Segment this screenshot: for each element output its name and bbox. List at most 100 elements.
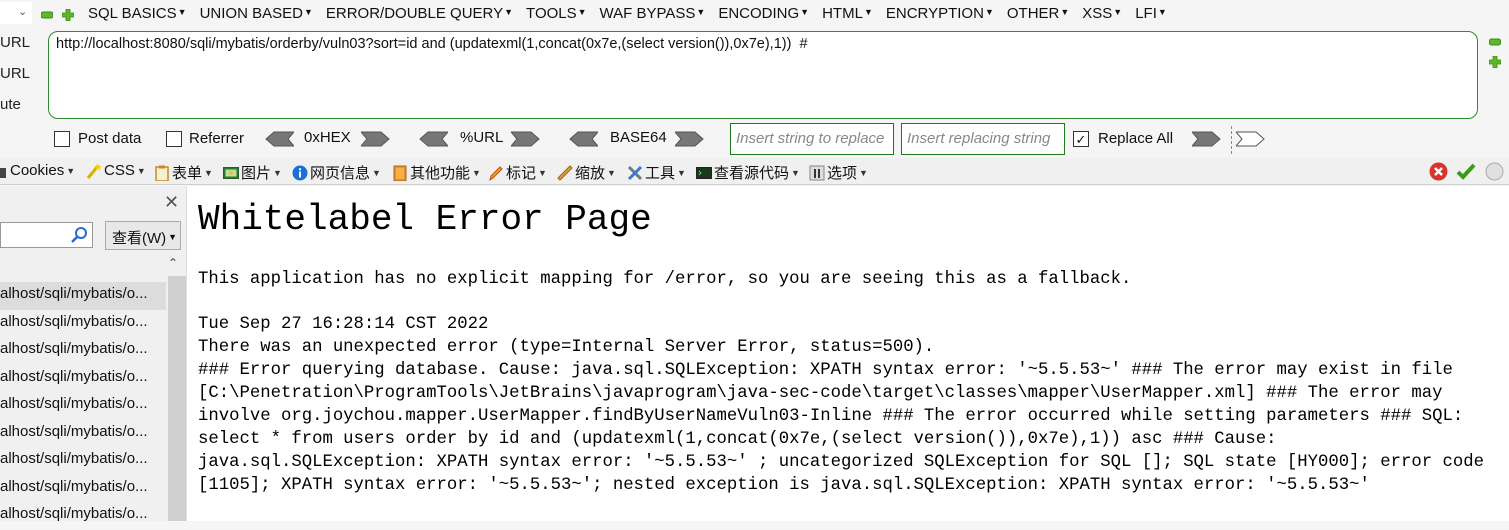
referrer-label: Referrer — [189, 130, 245, 147]
caret-icon: ▼ — [800, 7, 810, 17]
caret-icon: ▼ — [303, 7, 313, 17]
toolbar-outline[interactable]: 标记 ▼ — [488, 162, 547, 183]
page-content: Whitelabel Error Page This application h… — [187, 186, 1509, 521]
hex-encode-arrow-icon[interactable] — [361, 131, 391, 147]
scroll-up-icon[interactable]: ⌃ — [168, 256, 178, 270]
caret-icon: ▼ — [504, 7, 514, 17]
replace-with-input[interactable]: Insert replacing string — [901, 123, 1065, 155]
menu-label: OTHER — [1006, 5, 1060, 22]
base64-decode-arrow-icon[interactable] — [568, 131, 598, 147]
caret-icon: ▼ — [677, 167, 686, 178]
menu-encoding[interactable]: ENCODING▼ — [718, 5, 809, 22]
expand-plus-icon[interactable] — [1489, 56, 1501, 68]
toolbar-images[interactable]: 图片 ▼ — [223, 162, 282, 183]
toolbar-options[interactable]: 选项 ▼ — [809, 162, 868, 183]
minus-icon[interactable] — [41, 9, 53, 21]
history-item[interactable]: alhost/sqli/mybatis/o... — [0, 337, 166, 365]
menu-label: ERROR/DOUBLE QUERY — [325, 5, 504, 22]
post-data-label: Post data — [78, 130, 142, 147]
history-item[interactable]: alhost/sqli/mybatis/o... — [0, 447, 166, 475]
history-item[interactable]: alhost/sqli/mybatis/o... — [0, 475, 166, 503]
close-icon[interactable]: ✕ — [164, 192, 179, 213]
load-url-label[interactable]: URL — [0, 34, 30, 51]
replace-find-input[interactable]: Insert string to replace — [730, 123, 894, 155]
menu-error-double-query[interactable]: ERROR/DOUBLE QUERY▼ — [326, 5, 513, 22]
view-menu-button[interactable]: 查看(W) ▼ — [105, 221, 181, 250]
history-item[interactable]: alhost/sqli/mybatis/o... — [0, 282, 166, 310]
toolbar-cookies[interactable]: Cookies ▼ — [0, 162, 75, 179]
toolbar-view-source[interactable]: 查看源代码 ▼ — [696, 162, 800, 183]
url-textarea[interactable]: http://localhost:8080/sqli/mybatis/order… — [48, 31, 1478, 119]
menu-sql-basics[interactable]: SQL BASICS▼ — [88, 5, 187, 22]
error-block: Tue Sep 27 16:28:14 CST 2022 There was a… — [198, 313, 1498, 497]
replace-find-placeholder: Insert string to replace — [736, 130, 885, 147]
menu-tools[interactable]: TOOLS▼ — [526, 5, 587, 22]
ruler-icon — [557, 164, 573, 181]
separator — [1231, 126, 1232, 154]
toolbar-page-info[interactable]: 网页信息 ▼ — [292, 162, 381, 183]
menu-union-based[interactable]: UNION BASED▼ — [200, 5, 313, 22]
plus-icon[interactable] — [62, 9, 74, 21]
base64-encode-arrow-icon[interactable] — [675, 131, 705, 147]
replace-next-arrow-icon[interactable] — [1236, 131, 1266, 147]
hex-decode-arrow-icon[interactable] — [264, 131, 294, 147]
toolbar-tools[interactable]: 工具 ▼ — [627, 162, 686, 183]
history-item[interactable]: alhost/sqli/mybatis/o... — [0, 420, 166, 448]
scrollbar[interactable] — [168, 276, 186, 521]
toolbar-label: 其他功能 — [410, 165, 471, 182]
caret-icon: ▼ — [204, 167, 213, 178]
toolbar-label: 工具 — [645, 165, 676, 182]
toolbar-label: 标记 — [506, 165, 537, 182]
menu-label: ENCODING — [718, 5, 800, 22]
caret-icon: ▼ — [577, 7, 587, 17]
split-url-label[interactable]: URL — [0, 65, 30, 82]
toolbar-label: 查看源代码 — [714, 165, 790, 182]
ok-check-icon[interactable] — [1456, 163, 1476, 180]
caret-icon: ▼ — [696, 7, 706, 17]
replace-run-arrow-icon[interactable] — [1192, 131, 1222, 147]
caret-icon: ▼ — [177, 7, 187, 17]
css-wand-icon — [86, 162, 102, 179]
caret-icon: ▼ — [984, 7, 994, 17]
menu-other[interactable]: OTHER▼ — [1007, 5, 1069, 22]
image-icon — [223, 166, 239, 179]
history-item[interactable]: alhost/sqli/mybatis/o... — [0, 502, 166, 530]
toolbar-forms[interactable]: 表单 ▼ — [154, 162, 213, 183]
base64-label: BASE64 — [610, 129, 667, 146]
error-icon[interactable] — [1429, 162, 1448, 181]
menu-label: UNION BASED — [199, 5, 303, 22]
history-item[interactable]: alhost/sqli/mybatis/o... — [0, 365, 166, 393]
toolbar-css[interactable]: CSS ▼ — [86, 162, 146, 179]
shrink-minus-icon[interactable] — [1489, 38, 1501, 46]
search-icon[interactable] — [70, 226, 88, 244]
checkmark-icon: ✓ — [1075, 131, 1087, 147]
menu-lfi[interactable]: LFI▼ — [1135, 5, 1167, 22]
intro-text: This application has no explicit mapping… — [198, 270, 1132, 289]
history-list: alhost/sqli/mybatis/o... alhost/sqli/myb… — [0, 282, 166, 530]
menu-label: HTML — [822, 5, 863, 22]
url-decode-arrow-icon[interactable] — [418, 131, 448, 147]
hackbar-menu: SQL BASICS▼ UNION BASED▼ ERROR/DOUBLE QU… — [88, 5, 1180, 22]
post-data-checkbox[interactable] — [54, 131, 70, 147]
page-title: Whitelabel Error Page — [198, 199, 652, 240]
history-search-input[interactable] — [0, 222, 93, 248]
menu-waf-bypass[interactable]: WAF BYPASS▼ — [600, 5, 706, 22]
toolbar-label: CSS — [104, 162, 135, 179]
menu-html[interactable]: HTML▼ — [822, 5, 873, 22]
toolbar-resize[interactable]: 缩放 ▼ — [557, 162, 616, 183]
toolbar-label: 图片 — [241, 165, 272, 182]
url-encode-arrow-icon[interactable] — [511, 131, 541, 147]
execute-label[interactable]: ute — [0, 96, 21, 113]
menu-encryption[interactable]: ENCRYPTION▼ — [886, 5, 994, 22]
toolbar-misc[interactable]: 其他功能 ▼ — [392, 162, 481, 183]
replace-all-checkbox[interactable]: ✓ — [1073, 131, 1089, 147]
caret-icon: ▼ — [1157, 7, 1167, 17]
neutral-circle-icon[interactable] — [1485, 162, 1504, 181]
chevron-down-icon[interactable]: ⌄ — [18, 5, 27, 18]
referrer-checkbox[interactable] — [166, 131, 182, 147]
history-item[interactable]: alhost/sqli/mybatis/o... — [0, 392, 166, 420]
history-item[interactable]: alhost/sqli/mybatis/o... — [0, 310, 166, 338]
cookie-icon — [0, 167, 6, 178]
menu-xss[interactable]: XSS▼ — [1082, 5, 1122, 22]
terminal-icon — [696, 166, 712, 179]
